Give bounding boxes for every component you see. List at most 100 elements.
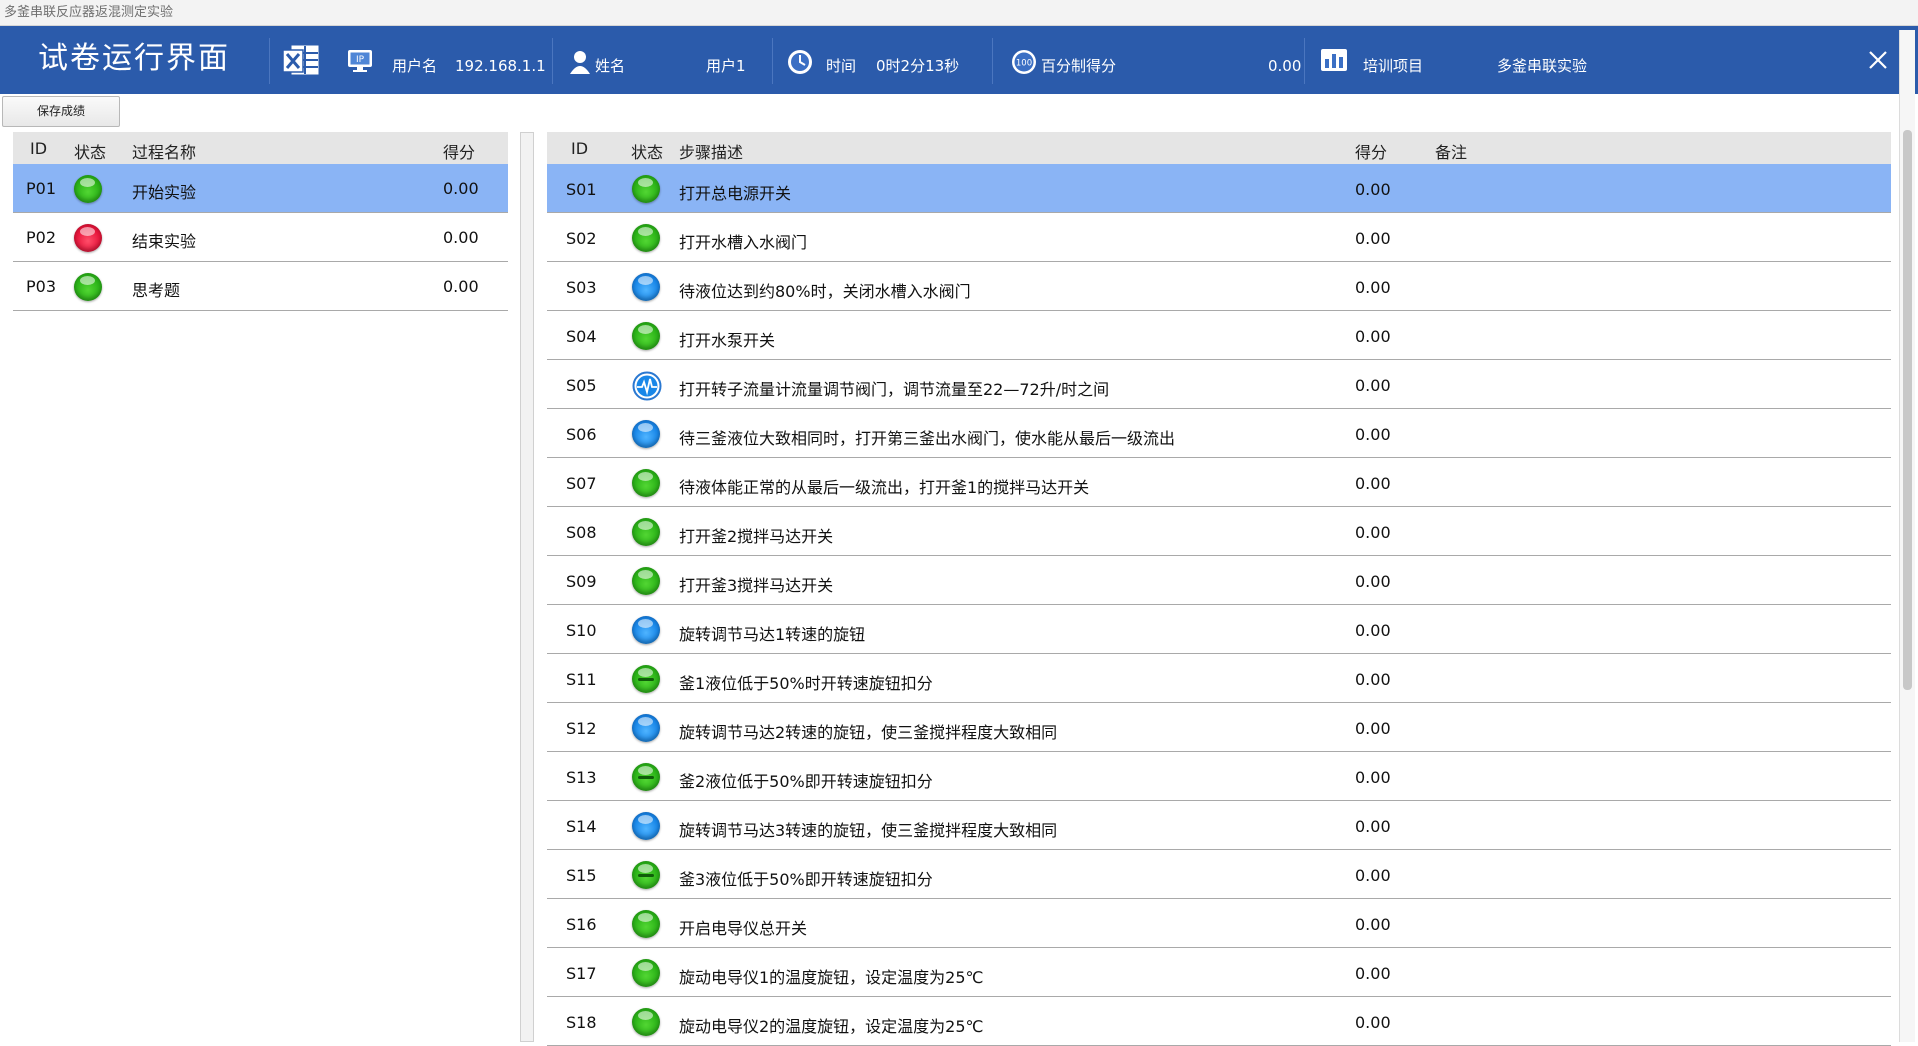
score-value: 0.00 bbox=[1268, 57, 1302, 75]
step-row[interactable]: S04 打开水泵开关 0.00 bbox=[547, 311, 1891, 360]
username-value: 192.168.1.1 bbox=[455, 57, 546, 75]
close-icon[interactable] bbox=[1862, 44, 1894, 76]
status-green-icon bbox=[632, 518, 660, 546]
row-score: 0.00 bbox=[1355, 474, 1391, 493]
status-green-icon bbox=[632, 322, 660, 350]
step-row[interactable]: S11 釜1液位低于50%时开转速旋钮扣分 0.00 bbox=[547, 654, 1891, 703]
step-row[interactable]: S08 打开釜2搅拌马达开关 0.00 bbox=[547, 507, 1891, 556]
header-divider bbox=[992, 38, 993, 84]
row-score: 0.00 bbox=[1355, 229, 1391, 248]
row-step-description: 打开水槽入水阀门 bbox=[679, 233, 808, 252]
row-step-description: 待液体能正常的从最后一级流出，打开釜1的搅拌马达开关 bbox=[679, 478, 1090, 497]
row-score: 0.00 bbox=[1355, 425, 1391, 444]
row-id: S02 bbox=[566, 229, 597, 248]
row-step-description: 旋转调节马达1转速的旋钮 bbox=[679, 625, 866, 644]
header-divider bbox=[1304, 38, 1305, 84]
row-score: 0.00 bbox=[1355, 523, 1391, 542]
status-blue-icon bbox=[632, 812, 660, 840]
process-table-header: ID 状态 过程名称 得分 bbox=[13, 132, 508, 164]
row-step-description: 釜3液位低于50%即开转速旋钮扣分 bbox=[679, 870, 933, 889]
row-score: 0.00 bbox=[1355, 915, 1391, 934]
step-table-header: ID 状态 步骤描述 得分 备注 bbox=[547, 132, 1891, 164]
process-row[interactable]: P01 开始实验 0.00 bbox=[13, 164, 508, 213]
header-divider bbox=[269, 38, 270, 84]
status-green-icon bbox=[74, 175, 102, 203]
row-id: S12 bbox=[566, 719, 597, 738]
name-label: 姓名 bbox=[595, 57, 626, 75]
row-score: 0.00 bbox=[1355, 670, 1391, 689]
step-row[interactable]: S17 旋动电导仪1的温度旋钮，设定温度为25℃ 0.00 bbox=[547, 948, 1891, 997]
step-row[interactable]: S18 旋动电导仪2的温度旋钮，设定温度为25℃ 0.00 bbox=[547, 997, 1891, 1046]
clock-icon bbox=[788, 50, 812, 74]
row-step-description: 开启电导仪总开关 bbox=[679, 919, 808, 938]
row-step-description: 釜1液位低于50%时开转速旋钮扣分 bbox=[679, 674, 933, 693]
status-green-icon bbox=[632, 910, 660, 938]
col-status-header: 状态 bbox=[631, 143, 664, 162]
row-score: 0.00 bbox=[443, 179, 479, 198]
status-blue-icon bbox=[632, 420, 660, 448]
ip-icon: IP bbox=[348, 50, 372, 72]
row-id: S01 bbox=[566, 180, 597, 199]
row-score: 0.00 bbox=[1355, 964, 1391, 983]
step-row[interactable]: S06 待三釜液位大致相同时，打开第三釜出水阀门，使水能从最后一级流出 0.00 bbox=[547, 409, 1891, 458]
process-row[interactable]: P03 思考题 0.00 bbox=[13, 262, 508, 311]
row-step-description: 打开总电源开关 bbox=[679, 184, 792, 203]
col-name-header: 过程名称 bbox=[132, 143, 197, 162]
row-score: 0.00 bbox=[1355, 278, 1391, 297]
page-title: 试卷运行界面 bbox=[38, 41, 230, 76]
step-row[interactable]: S14 旋转调节马达3转速的旋钮，使三釜搅拌程度大致相同 0.00 bbox=[547, 801, 1891, 850]
scrollbar-thumb[interactable] bbox=[1903, 130, 1912, 690]
status-blue-icon bbox=[632, 714, 660, 742]
row-id: S04 bbox=[566, 327, 597, 346]
col-score-header: 得分 bbox=[443, 143, 476, 162]
step-row[interactable]: S12 旋转调节马达2转速的旋钮，使三釜搅拌程度大致相同 0.00 bbox=[547, 703, 1891, 752]
score-label: 百分制得分 bbox=[1041, 57, 1117, 75]
row-score: 0.00 bbox=[1355, 621, 1391, 640]
status-green-icon bbox=[632, 175, 660, 203]
step-row[interactable]: S05 打开转子流量计流量调节阀门，调节流量至22—72升/时之间 0.00 bbox=[547, 360, 1891, 409]
process-table: ID 状态 过程名称 得分 P01 开始实验 0.00 P02 结束实验 0.00 P03 思… bbox=[13, 132, 508, 1042]
step-row[interactable]: S13 釜2液位低于50%即开转速旋钮扣分 0.00 bbox=[547, 752, 1891, 801]
project-label: 培训项目 bbox=[1363, 57, 1424, 75]
row-id: P03 bbox=[26, 277, 57, 296]
process-table-scrollbar[interactable] bbox=[520, 132, 534, 1042]
excel-export-icon[interactable] bbox=[282, 42, 320, 78]
step-row[interactable]: S16 开启电导仪总开关 0.00 bbox=[547, 899, 1891, 948]
row-score: 0.00 bbox=[1355, 817, 1391, 836]
step-row[interactable]: S02 打开水槽入水阀门 0.00 bbox=[547, 213, 1891, 262]
status-green-icon bbox=[632, 224, 660, 252]
row-step-description: 打开水泵开关 bbox=[679, 331, 776, 350]
status-blue-icon bbox=[632, 616, 660, 644]
row-id: S10 bbox=[566, 621, 597, 640]
process-row[interactable]: P02 结束实验 0.00 bbox=[13, 213, 508, 262]
row-id: S15 bbox=[566, 866, 597, 885]
status-green-dash-icon bbox=[632, 861, 660, 889]
main-scrollbar[interactable] bbox=[1899, 30, 1915, 1042]
row-id: S16 bbox=[566, 915, 597, 934]
row-score: 0.00 bbox=[1355, 768, 1391, 787]
status-blue-icon bbox=[632, 273, 660, 301]
step-row[interactable]: S15 釜3液位低于50%即开转速旋钮扣分 0.00 bbox=[547, 850, 1891, 899]
col-id-header: ID bbox=[30, 139, 48, 158]
row-score: 0.00 bbox=[443, 277, 479, 296]
row-id: S05 bbox=[566, 376, 597, 395]
chart-icon bbox=[1321, 49, 1347, 71]
step-row[interactable]: S03 待液位达到约80%时，关闭水槽入水阀门 0.00 bbox=[547, 262, 1891, 311]
row-process-name: 结束实验 bbox=[132, 232, 197, 251]
step-row[interactable]: S01 打开总电源开关 0.00 bbox=[547, 164, 1891, 213]
step-table: ID 状态 步骤描述 得分 备注 S01 打开总电源开关 0.00 S02 打开水槽入水… bbox=[547, 132, 1891, 1046]
step-row[interactable]: S10 旋转调节马达1转速的旋钮 0.00 bbox=[547, 605, 1891, 654]
save-score-button[interactable]: 保存成绩 bbox=[2, 96, 120, 127]
step-row[interactable]: S07 待液体能正常的从最后一级流出，打开釜1的搅拌马达开关 0.00 bbox=[547, 458, 1891, 507]
status-green-icon bbox=[632, 567, 660, 595]
row-score: 0.00 bbox=[1355, 1013, 1391, 1032]
svg-text:100: 100 bbox=[1016, 59, 1032, 69]
step-row[interactable]: S09 打开釜3搅拌马达开关 0.00 bbox=[547, 556, 1891, 605]
status-green-icon bbox=[632, 469, 660, 497]
row-step-description: 待三釜液位大致相同时，打开第三釜出水阀门，使水能从最后一级流出 bbox=[679, 429, 1176, 448]
header-bar: 试卷运行界面 IP 用户名 192.168.1.1 姓名 用户1 时间 0时2分… bbox=[0, 26, 1918, 94]
col-score-header: 得分 bbox=[1355, 143, 1388, 162]
row-id: S11 bbox=[566, 670, 597, 689]
col-desc-header: 步骤描述 bbox=[679, 143, 744, 162]
row-step-description: 旋转调节马达2转速的旋钮，使三釜搅拌程度大致相同 bbox=[679, 723, 1058, 742]
